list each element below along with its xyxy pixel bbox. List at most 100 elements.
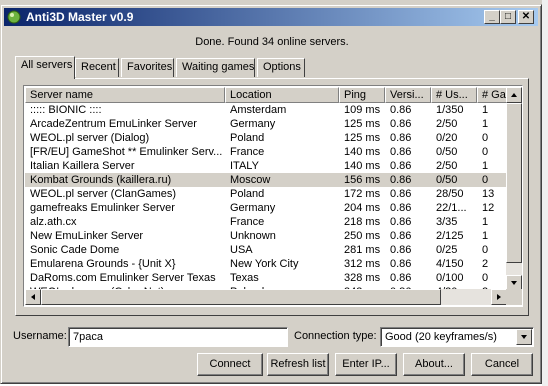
background-edge (542, 0, 548, 386)
username-label: Username: (13, 330, 67, 342)
tab-waiting-games[interactable]: Waiting games (176, 58, 255, 77)
users-cell: 2/50 (436, 160, 458, 172)
tab-favorites[interactable]: Favorites (121, 58, 174, 77)
ping-cell: 172 ms (344, 188, 381, 200)
server-name-cell: [FR/EU] GameShot ** Emulinker Serv... (30, 146, 223, 158)
table-row[interactable]: alz.ath.cx France 218 ms 0.86 3/35 1 (25, 215, 507, 229)
connection-type-label: Connection type: (294, 330, 377, 342)
ping-cell: 218 ms (344, 216, 381, 228)
table-row[interactable]: Italian Kaillera Server ITALY 140 ms 0.86 2/… (25, 159, 507, 173)
server-name-cell: WEOL.pl server (Dialog) (30, 132, 150, 144)
server-name-cell: Emularena Grounds - {Unit X} (30, 258, 176, 270)
users-cell: 4/150 (436, 258, 464, 270)
scroll-thumb[interactable] (506, 103, 522, 263)
connection-type-value: Good (20 keyframes/s) (385, 331, 497, 343)
users-cell: 0/20 (436, 132, 458, 144)
ping-cell: 109 ms (344, 104, 381, 116)
tab-panel: Server name Location Ping Versi... # Us.… (15, 78, 529, 316)
version-cell: 0.86 (390, 160, 412, 172)
close-button[interactable]: ✕ (518, 10, 534, 24)
app-icon (7, 10, 21, 24)
users-cell: 1/350 (436, 104, 464, 116)
version-cell: 0.86 (390, 118, 412, 130)
server-name-cell: ArcadeZentrum EmuLinker Server (30, 118, 197, 130)
version-cell: 0.86 (390, 146, 412, 158)
horizontal-scrollbar[interactable] (25, 289, 507, 305)
table-row[interactable]: Kombat Grounds (kaillera.ru) Moscow 156 ms… (25, 173, 507, 187)
maximize-button[interactable]: □ (500, 10, 516, 24)
version-cell: 0.86 (390, 202, 412, 214)
arrow-left-icon (31, 294, 35, 300)
table-row[interactable]: New EmuLinker Server Unknown 250 ms 0.86 2/1… (25, 229, 507, 243)
location-cell: ITALY (230, 160, 259, 172)
scroll-up-button[interactable] (506, 87, 522, 103)
column-header-location[interactable]: Location (225, 87, 339, 103)
table-row[interactable]: ArcadeZentrum EmuLinker Server Germany 125… (25, 117, 507, 131)
location-cell: Moscow (230, 174, 271, 186)
ping-cell: 125 ms (344, 118, 381, 130)
version-cell: 0.86 (390, 132, 412, 144)
table-row[interactable]: Sonic Cade Dome USA 281 ms 0.86 0/25 0 (25, 243, 507, 257)
window-title: Anti3D Master v0.9 (26, 10, 134, 24)
table-row[interactable]: DaRoms.com Emulinker Server Texas Texas 32… (25, 271, 507, 285)
column-header-ping[interactable]: Ping (339, 87, 385, 103)
location-cell: Germany (230, 202, 276, 214)
table-row[interactable]: gamefreaks Emulinker Server Germany 204 ms… (25, 201, 507, 215)
cancel-button[interactable]: Cancel (471, 353, 533, 376)
table-row[interactable]: WEOL.pl server (ClanGames) Poland 172 ms 0.… (25, 187, 507, 201)
server-name-cell: Sonic Cade Dome (30, 244, 120, 256)
location-cell: Unknown (230, 230, 276, 242)
list-header: Server name Location Ping Versi... # Us.… (25, 87, 517, 103)
horizontal-scroll-thumb[interactable] (41, 289, 441, 305)
connection-type-select[interactable]: Good (20 keyframes/s) (380, 327, 534, 347)
connect-button[interactable]: Connect (197, 353, 263, 376)
table-row[interactable]: Emularena Grounds - {Unit X} New York Cit… (25, 257, 507, 271)
version-cell: 0.86 (390, 216, 412, 228)
version-cell: 0.86 (390, 104, 412, 116)
vertical-scrollbar[interactable] (506, 87, 522, 291)
table-row[interactable]: [FR/EU] GameShot ** Emulinker Serv... Fra… (25, 145, 507, 159)
tab-all-servers[interactable]: All servers (15, 56, 75, 79)
server-list[interactable]: Server name Location Ping Versi... # Us.… (23, 85, 523, 307)
version-cell: 0.86 (390, 230, 412, 242)
ping-cell: 125 ms (344, 132, 381, 144)
server-name-cell: alz.ath.cx (30, 216, 77, 228)
tab-options[interactable]: Options (257, 58, 305, 77)
scroll-left-button[interactable] (25, 289, 41, 305)
username-field[interactable]: 7paca (68, 327, 288, 347)
scroll-corner (506, 289, 522, 305)
ping-cell: 328 ms (344, 272, 381, 284)
users-cell: 2/125 (436, 230, 464, 242)
version-cell: 0.86 (390, 258, 412, 270)
column-header-version[interactable]: Versi... (385, 87, 431, 103)
location-cell: New York City (230, 258, 299, 270)
ping-cell: 204 ms (344, 202, 381, 214)
ping-cell: 250 ms (344, 230, 381, 242)
title-bar[interactable]: Anti3D Master v0.9 _ □ ✕ (4, 8, 538, 26)
column-header-server-name[interactable]: Server name (25, 87, 225, 103)
server-name-cell: Kombat Grounds (kaillera.ru) (30, 174, 172, 186)
column-header-users[interactable]: # Us... (431, 87, 477, 103)
table-row[interactable]: WEOL.pl server (Dialog) Poland 125 ms 0.86 0… (25, 131, 507, 145)
scroll-right-button[interactable] (491, 289, 507, 305)
tab-recent[interactable]: Recent (75, 58, 119, 77)
table-row[interactable]: ::::: BIONIC :::: Amsterdam 109 ms 0.86 1/35… (25, 103, 507, 117)
users-cell: 3/35 (436, 216, 458, 228)
users-cell: 22/1... (436, 202, 467, 214)
about-button[interactable]: About... (403, 353, 465, 376)
location-cell: Germany (230, 118, 276, 130)
server-name-cell: DaRoms.com Emulinker Server Texas (30, 272, 216, 284)
location-cell: Poland (230, 188, 265, 200)
arrow-down-icon (511, 281, 517, 285)
dropdown-button[interactable] (516, 329, 532, 345)
refresh-list-button[interactable]: Refresh list (267, 353, 329, 376)
ping-cell: 140 ms (344, 146, 381, 158)
version-cell: 0.86 (390, 272, 412, 284)
location-cell: Texas (230, 272, 259, 284)
version-cell: 0.86 (390, 174, 412, 186)
server-name-cell: WEOL.pl server (ClanGames) (30, 188, 177, 200)
main-window: Anti3D Master v0.9 _ □ ✕ Done. Found 34 … (0, 4, 542, 384)
users-cell: 0/25 (436, 244, 458, 256)
enter-ip-button[interactable]: Enter IP... (335, 353, 397, 376)
minimize-button[interactable]: _ (484, 10, 500, 24)
